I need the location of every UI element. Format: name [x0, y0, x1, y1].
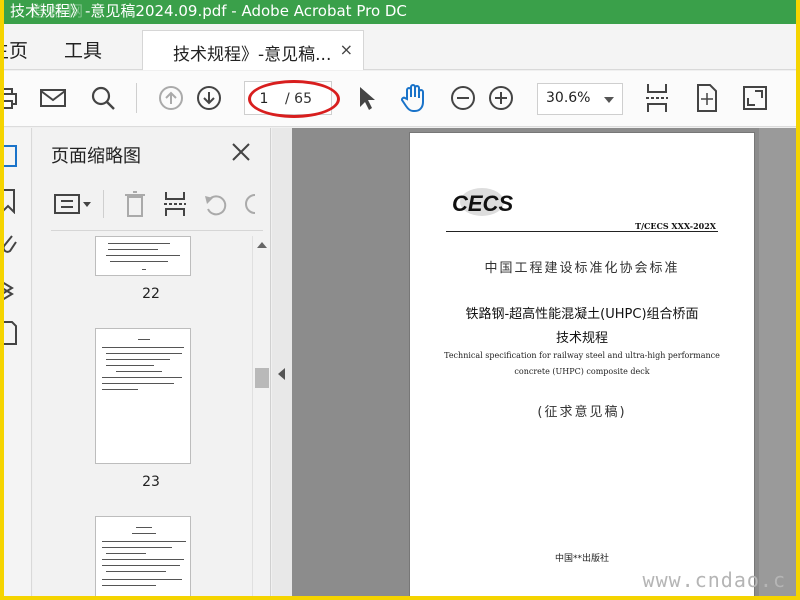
document-tab-title: 技术规程》-意见稿... — [173, 45, 332, 65]
thumbnail-page-23[interactable] — [95, 328, 191, 464]
email-button[interactable] — [36, 81, 70, 115]
chevron-left-icon — [278, 368, 285, 380]
cursor-arrow-icon — [360, 87, 375, 110]
tab-bar: 主页 工具 技术规程》-意见稿... × — [4, 24, 796, 70]
panel-separator — [103, 190, 104, 218]
mail-icon — [40, 89, 66, 107]
attachment-icon[interactable] — [4, 232, 20, 258]
full-screen-button[interactable] — [738, 81, 772, 115]
thumbnail-scrollbar[interactable] — [252, 236, 270, 596]
minus-circle-icon — [451, 86, 475, 110]
scrollbar-thumb[interactable] — [255, 368, 269, 388]
close-icon[interactable] — [229, 140, 253, 164]
fit-page-button[interactable] — [690, 81, 724, 115]
chevron-down-icon — [604, 97, 614, 103]
print-button[interactable] — [4, 81, 24, 115]
standard-code: T/CECS XXX-202X — [635, 221, 716, 231]
select-tool-button[interactable] — [350, 81, 384, 115]
search-icon — [91, 86, 115, 110]
acrobat-window: 技术规程》-意见稿2024.09.pdf - Adobe Acrobat Pro… — [4, 0, 796, 596]
panel-toolbar — [51, 186, 263, 222]
panel-title: 页面缩略图 — [51, 146, 141, 167]
publisher-name: 中国**出版社 — [554, 554, 609, 564]
layers-icon[interactable] — [4, 276, 20, 302]
navigation-pane-strip — [4, 128, 32, 596]
document-tab[interactable]: 技术规程》-意见稿... × — [142, 30, 364, 70]
watermark-logo: 道格网 — [30, 2, 88, 20]
document-title-en-line2: concrete (UHPC) composite deck — [514, 367, 650, 376]
expand-icon — [743, 86, 767, 110]
zoom-out-button[interactable] — [446, 81, 480, 115]
next-page-button[interactable] — [192, 81, 226, 115]
annotation-circle — [248, 80, 340, 118]
scroll-mode-button[interactable] — [640, 81, 674, 115]
collapse-panel-handle[interactable] — [272, 128, 292, 596]
insert-page-icon[interactable] — [163, 190, 187, 218]
panel-divider — [51, 230, 263, 231]
nav-tools[interactable]: 工具 — [64, 36, 102, 63]
thumbnail-page-22[interactable] — [95, 236, 191, 276]
document-view: CECS T/CECS XXX-202X 中国工程建设标准化协会标准 铁路钢-超… — [292, 128, 796, 596]
document-margin-right — [759, 128, 796, 596]
document-title-en-line1: Technical specification for railway stee… — [444, 351, 720, 360]
printer-icon — [4, 88, 17, 109]
page-thumbnails-panel: 页面缩略图 22 23 — [33, 128, 271, 596]
header-rule — [446, 231, 718, 232]
nav-home[interactable]: 主页 — [4, 36, 28, 63]
rotate-icon[interactable] — [203, 192, 229, 216]
document-title-cn-line1: 铁路钢-超高性能混凝土(UHPC)组合桥面 — [465, 307, 699, 322]
zoom-level-dropdown[interactable]: 30.6% — [537, 83, 623, 115]
search-button[interactable] — [86, 81, 120, 115]
bookmark-icon[interactable] — [4, 188, 20, 214]
zoom-in-button[interactable] — [484, 81, 518, 115]
association-name: 中国工程建设标准化协会标准 — [484, 261, 680, 276]
thumbnail-page-24[interactable] — [95, 516, 191, 596]
thumbnail-page-number: 23 — [142, 474, 160, 490]
toolbar-separator — [136, 83, 137, 113]
site-watermark: www.cndao.c — [642, 568, 786, 592]
page-scroll-icon — [646, 84, 668, 112]
hand-tool-button[interactable] — [397, 81, 431, 115]
options-menu-icon[interactable] — [53, 192, 93, 216]
arrow-down-circle-icon — [197, 86, 221, 110]
fit-page-icon — [697, 84, 717, 112]
page-thumbnails-icon[interactable] — [4, 144, 20, 170]
arrow-up-circle-icon — [159, 86, 183, 110]
thumbnail-list: 22 23 — [51, 236, 251, 596]
main-toolbar: 1 / 65 30.6% — [4, 71, 796, 127]
thumbnail-page-number: 22 — [142, 286, 160, 302]
cecs-logo: CECS — [452, 188, 513, 216]
previous-page-button[interactable] — [154, 81, 188, 115]
title-bar: 技术规程》-意见稿2024.09.pdf - Adobe Acrobat Pro… — [4, 0, 796, 24]
hand-icon — [401, 84, 424, 112]
rotate-partial-icon[interactable] — [243, 192, 257, 216]
trash-icon[interactable] — [123, 190, 147, 218]
document-icon[interactable] — [4, 320, 20, 346]
svg-text:CECS: CECS — [452, 191, 513, 216]
close-tab-button[interactable]: × — [340, 40, 353, 59]
plus-circle-icon — [489, 86, 513, 110]
document-title-cn-line2: 技术规程 — [555, 331, 608, 346]
zoom-level-value: 30.6% — [546, 90, 591, 106]
draft-label: (征求意见稿) — [537, 405, 627, 420]
scroll-up-icon[interactable] — [257, 242, 267, 248]
pdf-page: CECS T/CECS XXX-202X 中国工程建设标准化协会标准 铁路钢-超… — [409, 132, 755, 596]
